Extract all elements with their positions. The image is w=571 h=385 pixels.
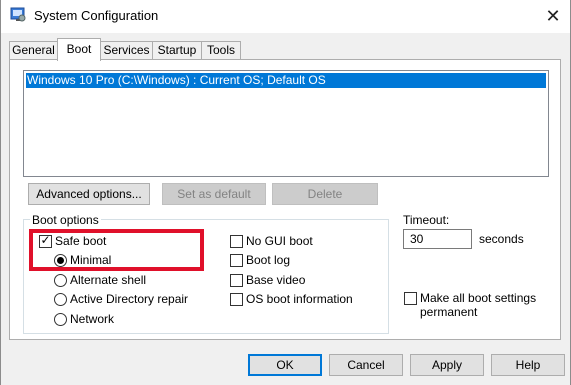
delete-button[interactable]: Delete bbox=[272, 183, 378, 205]
msconfig-icon bbox=[10, 7, 26, 23]
timeout-unit-label: seconds bbox=[479, 232, 524, 246]
active-directory-repair-radio[interactable] bbox=[54, 293, 67, 306]
no-gui-boot-label[interactable]: No GUI boot bbox=[246, 234, 313, 248]
base-video-label[interactable]: Base video bbox=[246, 273, 305, 287]
alternate-shell-radio[interactable] bbox=[54, 274, 67, 287]
tab-services[interactable]: Services bbox=[100, 41, 153, 60]
boot-log-label[interactable]: Boot log bbox=[246, 253, 290, 267]
cancel-button[interactable]: Cancel bbox=[329, 354, 403, 376]
tab-general[interactable]: General bbox=[9, 41, 58, 60]
advanced-options-button[interactable]: Advanced options... bbox=[28, 183, 150, 205]
make-permanent-label-line1[interactable]: Make all boot settings bbox=[420, 291, 536, 305]
help-button[interactable]: Help bbox=[491, 354, 565, 376]
os-boot-information-label[interactable]: OS boot information bbox=[246, 292, 353, 306]
ok-button[interactable]: OK bbox=[248, 354, 322, 376]
window-title: System Configuration bbox=[34, 8, 159, 23]
os-list-item[interactable]: Windows 10 Pro (C:\Windows) : Current OS… bbox=[26, 73, 546, 88]
os-list[interactable]: Windows 10 Pro (C:\Windows) : Current OS… bbox=[23, 70, 549, 177]
base-video-checkbox[interactable] bbox=[230, 274, 243, 287]
boot-log-checkbox[interactable] bbox=[230, 254, 243, 267]
alternate-shell-label[interactable]: Alternate shell bbox=[70, 273, 146, 287]
set-as-default-button[interactable]: Set as default bbox=[162, 183, 266, 205]
os-boot-information-checkbox[interactable] bbox=[230, 293, 243, 306]
tab-tools[interactable]: Tools bbox=[201, 41, 241, 60]
system-configuration-window: System Configuration ✕ General Boot Serv… bbox=[0, 0, 571, 385]
close-icon[interactable]: ✕ bbox=[536, 1, 570, 31]
make-permanent-label-line2[interactable]: permanent bbox=[420, 305, 477, 319]
title-bar: System Configuration ✕ bbox=[1, 0, 570, 33]
network-label[interactable]: Network bbox=[70, 312, 114, 326]
timeout-label: Timeout: bbox=[403, 213, 450, 227]
highlight-annotation bbox=[29, 229, 204, 271]
apply-button[interactable]: Apply bbox=[410, 354, 484, 376]
no-gui-boot-checkbox[interactable] bbox=[230, 235, 243, 248]
boot-options-legend: Boot options bbox=[30, 213, 101, 227]
tab-startup[interactable]: Startup bbox=[152, 41, 202, 60]
active-directory-repair-label[interactable]: Active Directory repair bbox=[70, 292, 188, 306]
tab-boot[interactable]: Boot bbox=[57, 38, 101, 61]
network-radio[interactable] bbox=[54, 313, 67, 326]
timeout-input[interactable]: 30 bbox=[403, 229, 472, 249]
make-permanent-checkbox[interactable] bbox=[404, 292, 417, 305]
